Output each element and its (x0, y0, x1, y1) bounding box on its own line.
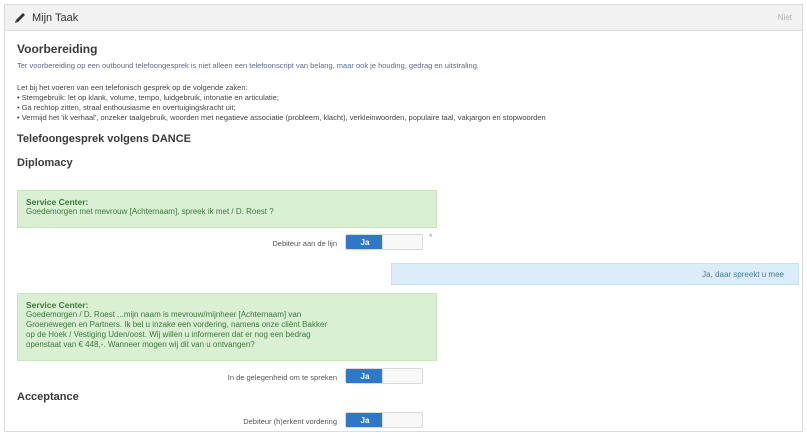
section-heading-preparation: Voorbereiding (17, 42, 98, 56)
service-center-text: Goedemorgen met mevrouw [Achternaam], sp… (26, 207, 274, 216)
service-center-line: openstaat van € 448,-. Wanneer mogen wij… (26, 340, 255, 349)
toggle-yes[interactable]: Ja (346, 235, 384, 249)
preparation-bullet: • Stemgebruik: let op klank, volume, tem… (17, 93, 279, 102)
required-marker: * (429, 232, 433, 242)
service-center-title: Service Center: (26, 197, 89, 207)
debtor-reply-bubble: Ja, daar spreekt u mee (391, 263, 799, 285)
opportunity-to-speak-label: In de gelegenheid om te spreken (227, 373, 337, 382)
preparation-list-title: Let bij het voeren van een telefonisch g… (17, 83, 248, 92)
preparation-intro: Ter voorbereiding op een outbound telefo… (17, 61, 479, 70)
debtor-on-line-label: Debiteur aan de lijn (272, 239, 337, 248)
service-center-title: Service Center: (26, 300, 89, 310)
toggle-yes[interactable]: Ja (346, 369, 384, 383)
task-panel: Mijn Taak Niet Voorbereiding Ter voorber… (4, 4, 803, 432)
debtor-acknowledges-claim-label: Debiteur (h)erkent vordering (243, 417, 337, 426)
panel-title: Mijn Taak (32, 11, 79, 24)
opportunity-to-speak-toggle[interactable]: Ja (345, 368, 423, 384)
preparation-bullet: • Vermijd het 'ik verhaal', onzeker taal… (17, 113, 546, 122)
diplomacy-heading: Diplomacy (17, 157, 73, 169)
debtor-on-line-toggle[interactable]: Ja (345, 234, 423, 250)
service-center-message-1: Service Center: Goedemorgen met mevrouw … (17, 190, 437, 228)
service-center-line: Goedemorgen / D. Roest ...mijn naam is m… (26, 310, 302, 319)
debtor-reply-text: Ja, daar spreekt u mee (702, 269, 784, 279)
toggle-knob[interactable] (382, 235, 422, 249)
service-center-message-2: Service Center: Goedemorgen / D. Roest .… (17, 293, 437, 361)
dance-heading: Telefoongesprek volgens DANCE (17, 133, 191, 145)
preparation-bullet: • Ga rechtop zitten, straal enthousiasme… (17, 103, 236, 112)
service-center-line: Groenewegen en Partners. Ik bel u inzake… (26, 320, 328, 329)
debtor-acknowledges-claim-toggle[interactable]: Ja (345, 412, 423, 428)
toggle-knob[interactable] (382, 369, 422, 383)
panel-header: Mijn Taak Niet (5, 5, 802, 31)
pencil-icon (13, 11, 27, 25)
toggle-knob[interactable] (382, 413, 422, 427)
service-center-line: op de Hoek / Vestiging Uden/oost. Wij wi… (26, 330, 311, 339)
header-tool-button[interactable]: Niet (778, 13, 792, 22)
toggle-yes[interactable]: Ja (346, 413, 384, 427)
acceptance-heading: Acceptance (17, 391, 79, 403)
